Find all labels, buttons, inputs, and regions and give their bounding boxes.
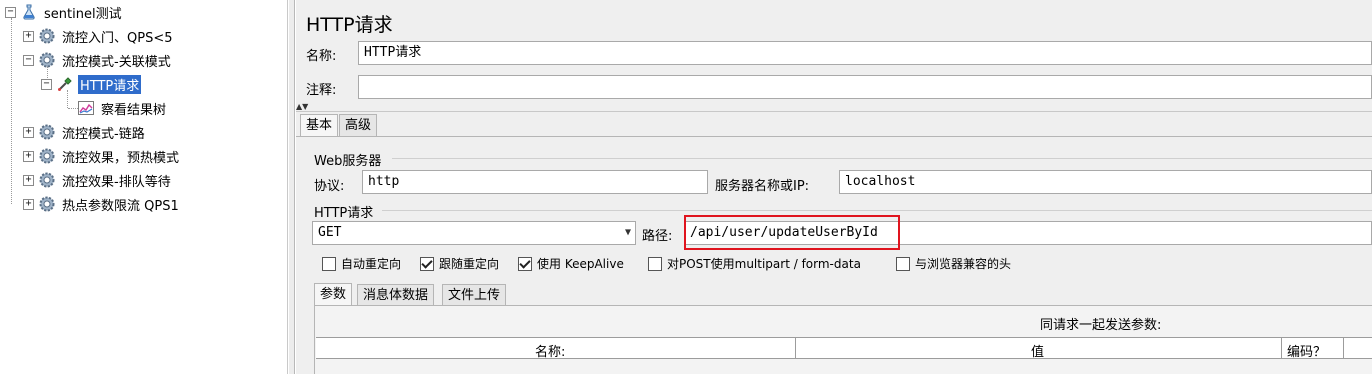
tab-body-data[interactable]: 消息体数据	[357, 284, 435, 306]
tree-node-label: HTTP请求	[78, 74, 142, 94]
web-server-group-title: Web服务器	[314, 154, 382, 169]
params-table-header: 名称: 值 编码？	[316, 337, 1372, 360]
multipart-checkbox[interactable]: 对POST使用multipart / form-data	[648, 255, 861, 272]
checkbox-label: 自动重定向	[341, 257, 402, 271]
tree-node-label: 流控效果，预热模式	[62, 150, 180, 166]
protocol-label: 协议:	[314, 179, 345, 194]
expand-toggle[interactable]: +	[23, 126, 34, 138]
checkbox-label: 对POST使用multipart / form-data	[667, 257, 861, 271]
gear-icon	[38, 123, 56, 141]
tree-node-label: sentinel测试	[44, 6, 122, 22]
comment-field[interactable]	[358, 75, 1372, 99]
pipette-icon	[56, 75, 74, 93]
column-header-encode[interactable]: 编码？	[1287, 341, 1326, 360]
http-request-group-title: HTTP请求	[314, 206, 374, 221]
tree-node-label: 流控模式-链路	[62, 126, 145, 142]
checkbox-box	[518, 256, 532, 271]
tree-connector	[11, 18, 12, 204]
expand-toggle[interactable]: +	[23, 198, 34, 210]
keepalive-checkbox[interactable]: 使用 KeepAlive	[518, 255, 624, 272]
tree-node-root[interactable]: − sentinel测试	[5, 2, 124, 22]
column-header-name[interactable]: 名称:	[535, 341, 565, 360]
collapse-arrows-icon[interactable]: ▲▼	[296, 102, 308, 111]
name-field[interactable]: HTTP请求	[358, 41, 1372, 65]
tab-parameters[interactable]: 参数	[314, 283, 353, 305]
tree-node-thread-group[interactable]: − 流控模式-关联模式	[23, 50, 173, 70]
server-label: 服务器名称或IP:	[715, 179, 810, 194]
tree-node-label: 流控入门、QPS<5	[62, 30, 173, 46]
tree-node-thread-group[interactable]: + 热点参数限流 QPS1	[23, 194, 181, 214]
test-plan-tree: − sentinel测试 + 流控入门、QPS<5 − 流控模式-关联模式 − …	[0, 0, 288, 374]
tree-node-thread-group[interactable]: + 流控效果-排队等待	[23, 170, 173, 190]
name-label: 名称:	[306, 49, 337, 64]
tab-file-upload[interactable]: 文件上传	[442, 284, 507, 306]
auto-redirect-checkbox[interactable]: 自动重定向	[322, 255, 401, 272]
tree-node-thread-group[interactable]: + 流控效果，预热模式	[23, 146, 181, 166]
divider	[296, 111, 1372, 112]
checkbox-label: 跟随重定向	[439, 257, 500, 271]
checkbox-label: 与浏览器兼容的头	[915, 257, 1012, 271]
column-separator	[1281, 338, 1282, 358]
expand-toggle[interactable]: +	[23, 150, 34, 162]
tree-node-view-results-tree[interactable]: 察看结果树	[77, 98, 168, 118]
gear-icon	[38, 27, 56, 45]
tree-node-label: 察看结果树	[101, 102, 167, 118]
parameters-pane: 同请求一起发送参数: 名称: 值 编码？	[314, 305, 1372, 374]
expand-toggle[interactable]: +	[23, 30, 34, 42]
tree-node-http-request[interactable]: − HTTP请求	[41, 74, 142, 94]
gear-icon	[38, 195, 56, 213]
path-label: 路径:	[642, 229, 673, 244]
collapse-toggle[interactable]: −	[23, 54, 34, 66]
protocol-field[interactable]: http	[362, 170, 708, 194]
group-border	[392, 158, 1372, 159]
gear-icon	[38, 147, 56, 165]
column-separator	[1343, 338, 1344, 358]
chevron-down-icon: ▼	[624, 227, 631, 238]
server-field[interactable]: localhost	[839, 170, 1372, 194]
tree-node-label: 热点参数限流 QPS1	[62, 198, 179, 214]
browser-compatible-headers-checkbox[interactable]: 与浏览器兼容的头	[896, 255, 1011, 272]
checkbox-box	[420, 256, 434, 271]
checkbox-box	[896, 256, 910, 271]
comment-label: 注释:	[306, 83, 337, 98]
panel-title: HTTP请求	[306, 14, 393, 36]
method-value: GET	[318, 225, 342, 240]
checkbox-box	[648, 256, 662, 271]
checkbox-label: 使用 KeepAlive	[537, 257, 624, 271]
gear-icon	[38, 171, 56, 189]
pane-splitter[interactable]	[289, 0, 295, 374]
highlight-box	[684, 215, 900, 250]
tree-node-label: 流控模式-关联模式	[62, 54, 171, 70]
tab-basic[interactable]: 基本	[300, 114, 339, 136]
collapse-toggle[interactable]: −	[5, 6, 16, 18]
tree-node-thread-group[interactable]: + 流控入门、QPS<5	[23, 26, 175, 46]
method-select[interactable]: GET ▼	[312, 221, 636, 245]
chart-icon	[77, 99, 95, 117]
gear-icon	[38, 51, 56, 69]
collapse-toggle[interactable]: −	[41, 78, 52, 90]
column-header-value[interactable]: 值	[1031, 341, 1044, 360]
expand-toggle[interactable]: +	[23, 174, 34, 186]
group-border	[382, 210, 1372, 211]
params-caption: 同请求一起发送参数:	[1040, 318, 1162, 333]
tab-advanced[interactable]: 高级	[339, 114, 378, 136]
http-request-panel: HTTP请求 名称: HTTP请求 注释: ▲▼ 基本 高级 Web服务器 协议…	[296, 0, 1372, 374]
flask-icon	[20, 3, 38, 21]
tree-node-label: 流控效果-排队等待	[62, 174, 171, 190]
tree-node-thread-group[interactable]: + 流控模式-链路	[23, 122, 147, 142]
column-separator	[795, 338, 796, 358]
tab-baseline	[296, 136, 1372, 137]
checkbox-box	[322, 256, 336, 271]
follow-redirect-checkbox[interactable]: 跟随重定向	[420, 255, 499, 272]
